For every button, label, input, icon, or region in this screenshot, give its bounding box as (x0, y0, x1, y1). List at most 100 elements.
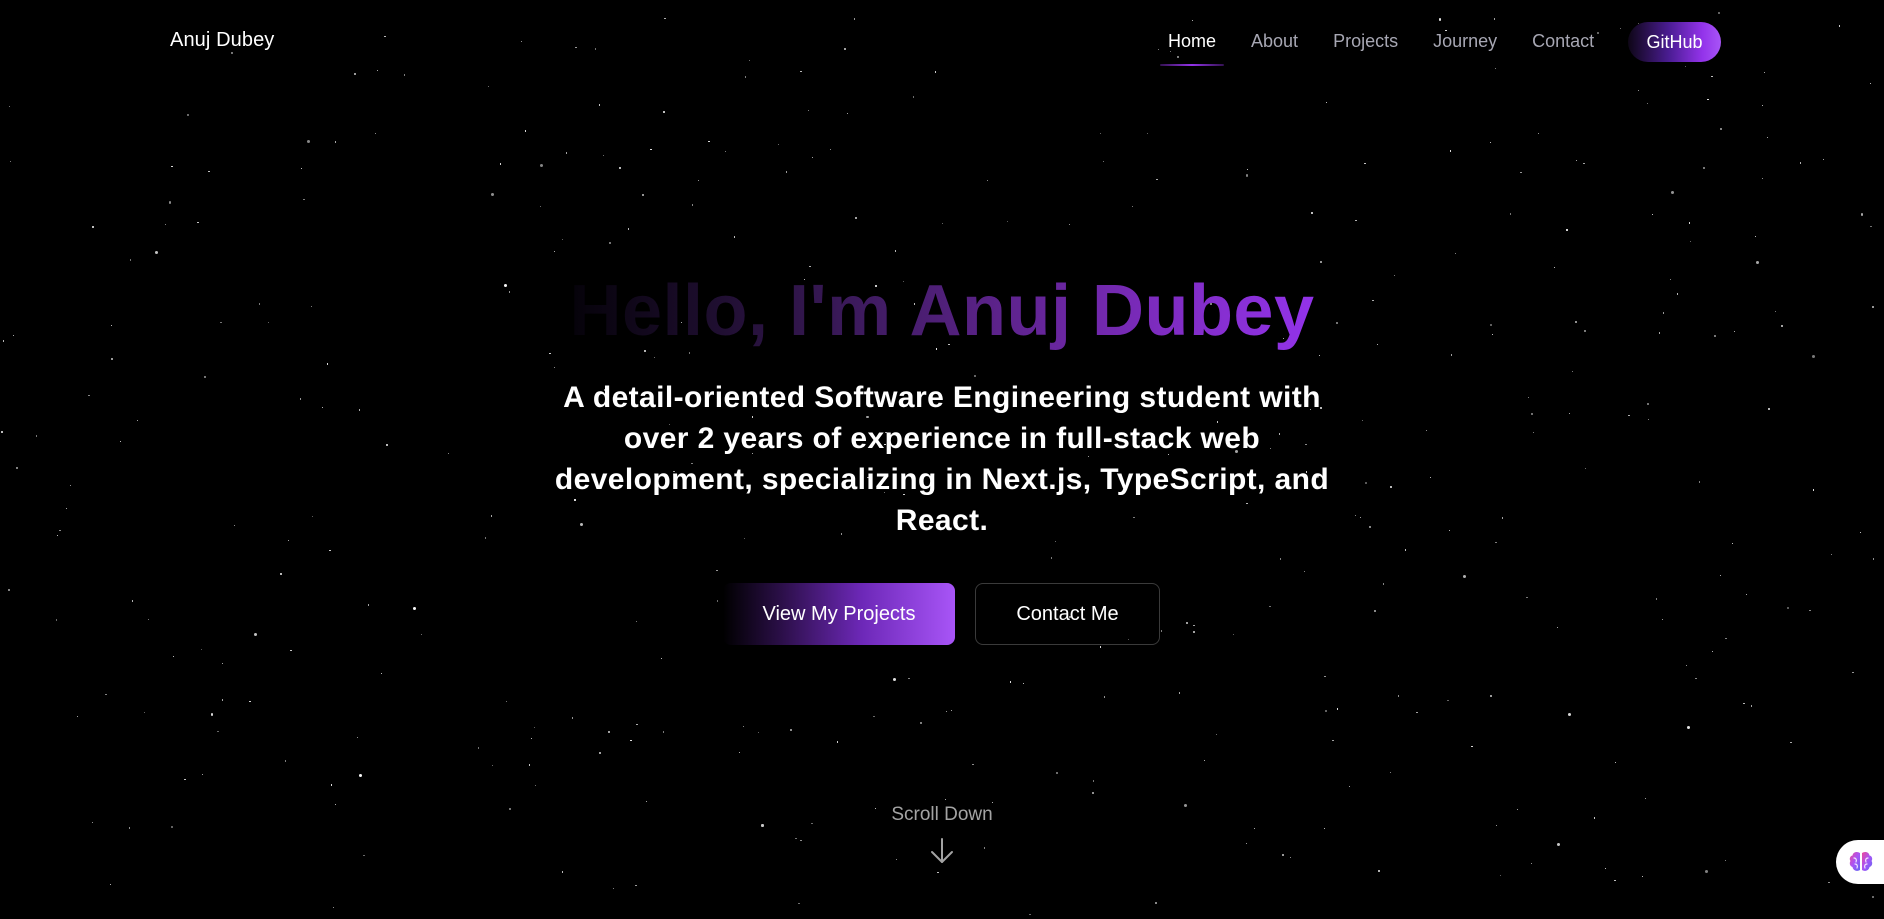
star (908, 678, 910, 680)
star (725, 150, 727, 152)
contact-me-button[interactable]: Contact Me (975, 583, 1160, 645)
star (1658, 332, 1661, 334)
star (1178, 692, 1181, 694)
star (1766, 137, 1769, 139)
star (1, 431, 4, 434)
star (941, 222, 944, 225)
star (855, 216, 858, 219)
star (171, 165, 173, 168)
nav-link-projects[interactable]: Projects (1323, 22, 1408, 63)
star (635, 884, 637, 887)
star (1686, 726, 1690, 730)
star (1822, 158, 1824, 161)
star (539, 206, 541, 208)
star (1725, 637, 1727, 640)
star (1707, 98, 1709, 100)
star (1455, 252, 1457, 255)
star (1425, 429, 1428, 432)
star (1056, 772, 1059, 775)
star (1787, 607, 1790, 610)
star (1872, 558, 1874, 560)
star (642, 194, 644, 196)
star (184, 778, 186, 781)
star (1360, 516, 1362, 518)
star (1638, 89, 1640, 92)
star (1702, 166, 1705, 169)
brain-icon (1849, 851, 1873, 871)
view-projects-button[interactable]: View My Projects (723, 583, 955, 645)
navbar: Anuj Dubey Home About Projects Journey C… (0, 0, 1884, 84)
star (663, 731, 665, 733)
star (1641, 875, 1644, 878)
star (487, 85, 490, 87)
arrow-down-icon (931, 838, 953, 863)
star (375, 132, 377, 135)
star (1711, 650, 1714, 653)
star (222, 699, 224, 701)
star (660, 657, 663, 659)
star (602, 154, 605, 156)
star (1093, 780, 1095, 782)
star (249, 700, 251, 703)
star (1471, 745, 1473, 747)
star (944, 798, 947, 801)
star (530, 737, 533, 739)
star (1698, 481, 1700, 483)
star (1720, 128, 1723, 131)
star (691, 204, 693, 206)
star (285, 760, 287, 762)
star (1652, 213, 1654, 216)
star (1337, 708, 1339, 710)
star (1490, 324, 1493, 327)
nav-link-contact[interactable]: Contact (1522, 22, 1604, 63)
star (807, 109, 809, 112)
star (609, 242, 611, 244)
star (800, 839, 802, 841)
star (1099, 646, 1102, 648)
github-button[interactable]: GitHub (1628, 22, 1721, 62)
star (321, 406, 323, 409)
star (635, 620, 638, 622)
star (1647, 102, 1649, 104)
star (1743, 702, 1745, 704)
brand-logo[interactable]: Anuj Dubey (170, 29, 274, 52)
star (1215, 734, 1218, 736)
star (1719, 574, 1721, 577)
star (380, 673, 383, 675)
star (1232, 634, 1234, 636)
scroll-down[interactable]: Scroll Down (842, 801, 1042, 865)
star (785, 171, 788, 173)
star (1774, 310, 1777, 312)
star (91, 821, 94, 824)
hero-title: Hello, I'm Anuj Dubey (442, 270, 1442, 352)
star (334, 804, 336, 806)
star (1280, 558, 1282, 560)
star (1790, 742, 1792, 744)
star (777, 143, 780, 146)
star (1526, 596, 1528, 598)
star (1671, 191, 1674, 194)
star (1731, 542, 1734, 545)
nav-link-about[interactable]: About (1241, 22, 1308, 63)
star (1397, 695, 1399, 697)
star (491, 764, 493, 767)
star (55, 619, 58, 621)
star (368, 604, 370, 606)
star (1382, 583, 1385, 585)
star (599, 752, 601, 754)
star (92, 226, 94, 228)
star (1531, 413, 1533, 415)
brain-widget-button[interactable] (1836, 840, 1884, 884)
star (491, 515, 493, 517)
nav-link-journey[interactable]: Journey (1423, 22, 1507, 63)
star (1254, 828, 1256, 830)
star (627, 228, 629, 230)
star (1532, 431, 1534, 434)
star (290, 649, 292, 652)
star (363, 854, 365, 857)
star (88, 395, 90, 397)
star (1103, 696, 1106, 698)
nav-link-home[interactable]: Home (1158, 22, 1226, 66)
star (1156, 178, 1158, 181)
star (109, 883, 112, 886)
